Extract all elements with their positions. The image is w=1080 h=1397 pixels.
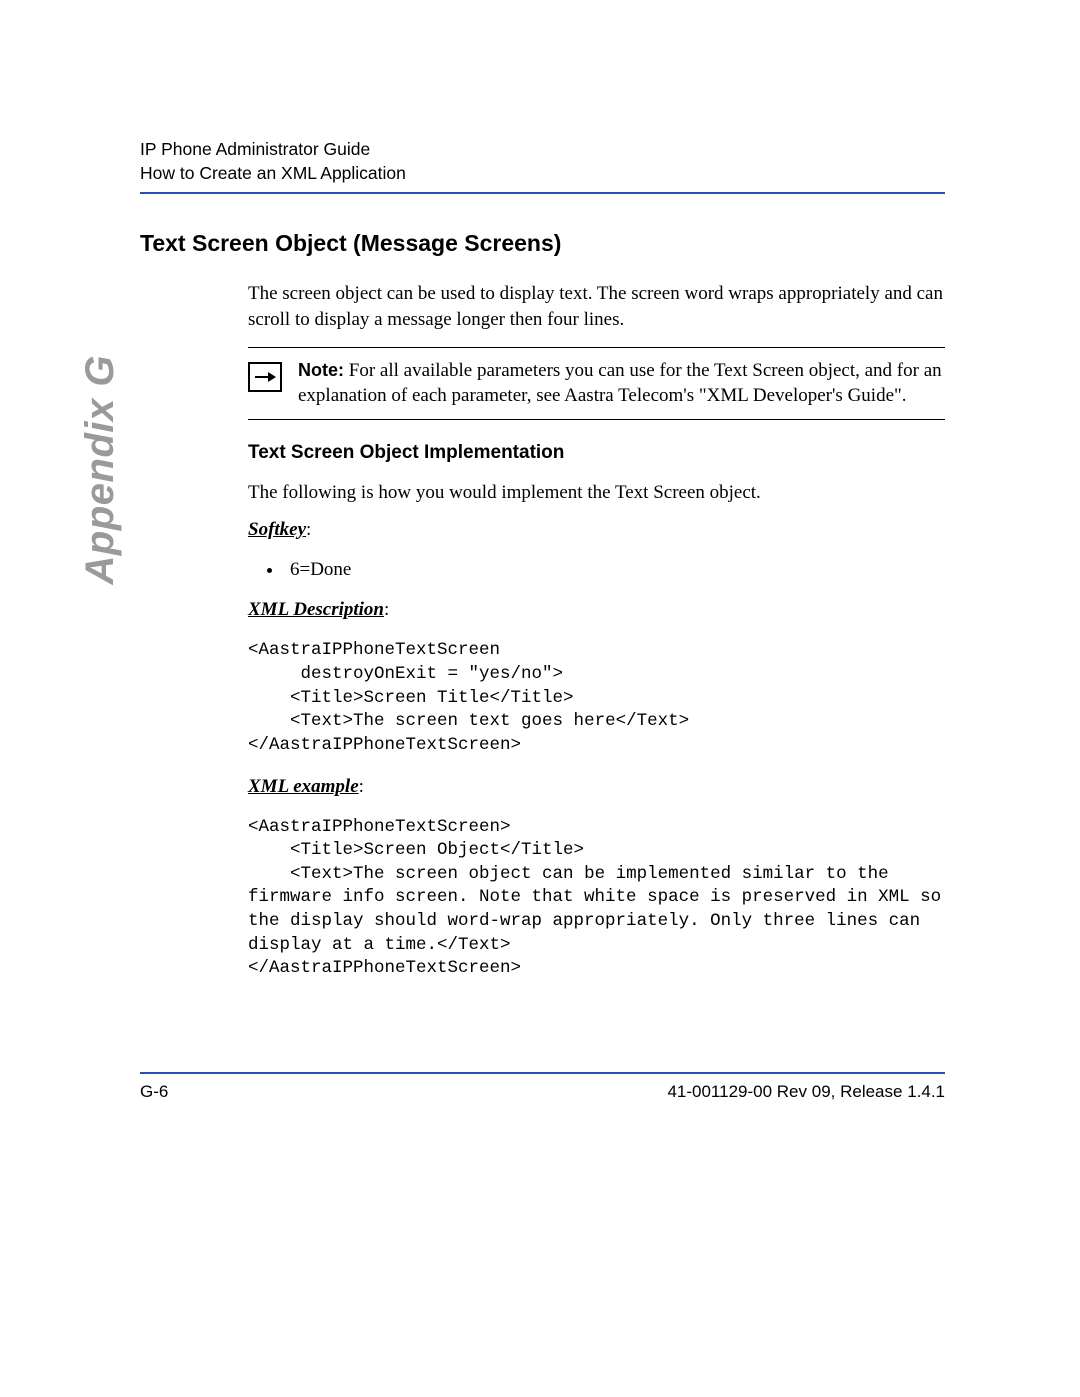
header-rule [140,192,945,194]
side-tab-label: Appendix G [78,355,123,584]
softkey-colon: : [306,519,311,540]
xml-ex-code: <AastraIPPhoneTextScreen> <Title>Screen … [248,816,945,981]
note-bottom-rule [248,419,945,420]
note-body: For all available parameters you can use… [298,360,942,407]
xml-desc-heading: XML Description: [248,599,945,621]
softkey-list: 6=Done [248,559,945,581]
arrow-right-icon [248,362,282,392]
note-row: Note: For all available parameters you c… [248,348,945,419]
note-block: Note: For all available parameters you c… [248,347,945,420]
intro-paragraph: The screen object can be used to display… [248,281,945,332]
xml-desc-colon: : [384,599,389,620]
footer-rule [140,1072,945,1074]
doc-id: 41-001129-00 Rev 09, Release 1.4.1 [667,1082,945,1102]
impl-intro: The following is how you would implement… [248,480,945,506]
document-page: Appendix G IP Phone Administrator Guide … [0,0,1080,1397]
xml-ex-colon: : [359,776,364,797]
page-number: G-6 [140,1082,168,1102]
side-tab: Appendix G [78,126,123,355]
subheading: Text Screen Object Implementation [248,442,945,464]
header-line-1: IP Phone Administrator Guide [140,138,945,162]
note-label: Note: [298,360,344,380]
body-column: The screen object can be used to display… [248,281,945,332]
xml-ex-heading: XML example: [248,776,945,798]
list-item: 6=Done [284,559,945,581]
note-text: Note: For all available parameters you c… [298,358,945,409]
footer: G-6 41-001129-00 Rev 09, Release 1.4.1 [140,1072,945,1102]
section-title: Text Screen Object (Message Screens) [140,230,945,257]
softkey-heading: Softkey: [248,519,945,541]
softkey-label: Softkey [248,519,306,540]
footer-row: G-6 41-001129-00 Rev 09, Release 1.4.1 [140,1082,945,1102]
xml-desc-code: <AastraIPPhoneTextScreen destroyOnExit =… [248,639,945,757]
xml-ex-label: XML example [248,776,359,797]
body-column-2: Text Screen Object Implementation The fo… [248,442,945,981]
xml-desc-label: XML Description [248,599,384,620]
header-line-2: How to Create an XML Application [140,162,945,186]
running-header: IP Phone Administrator Guide How to Crea… [140,138,945,185]
